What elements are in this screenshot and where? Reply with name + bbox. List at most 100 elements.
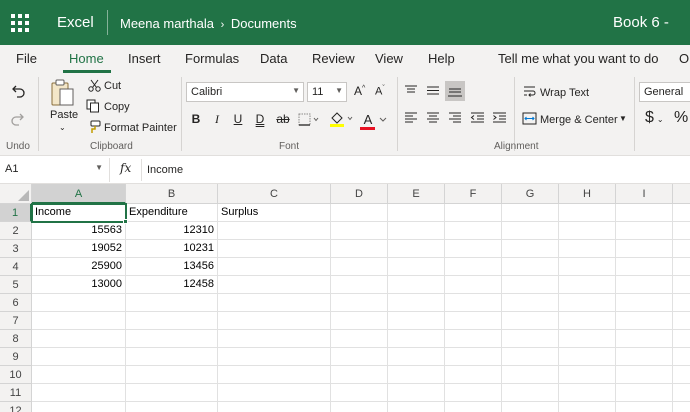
grid-cell[interactable]	[388, 312, 445, 330]
grid-cell[interactable]	[559, 312, 616, 330]
grid-cell[interactable]	[673, 402, 690, 412]
tab-view[interactable]: View	[375, 51, 403, 66]
strikethrough-button[interactable]: ab	[274, 112, 292, 126]
align-center-icon[interactable]	[426, 112, 440, 123]
wrap-text-button[interactable]: Wrap Text	[540, 87, 589, 99]
grid-cell[interactable]	[218, 312, 331, 330]
tab-data[interactable]: Data	[260, 51, 287, 66]
grid-cell[interactable]	[616, 348, 673, 366]
grid-cell[interactable]	[445, 366, 502, 384]
font-name-dropdown[interactable]: Calibri ▼	[186, 82, 304, 102]
cell-b2[interactable]: 12310	[126, 222, 218, 240]
grid-cell[interactable]	[673, 294, 690, 312]
grid-cell[interactable]	[32, 366, 126, 384]
row-header-2[interactable]: 2	[0, 222, 32, 240]
wrap-text-icon[interactable]	[523, 85, 537, 98]
grid-cell[interactable]	[559, 204, 616, 222]
cell-a2[interactable]: 15563	[32, 222, 126, 240]
grid-cell[interactable]	[616, 402, 673, 412]
grid-cell[interactable]	[331, 222, 388, 240]
tab-insert[interactable]: Insert	[128, 51, 161, 66]
select-all-button[interactable]	[0, 184, 32, 204]
grid-cell[interactable]	[616, 366, 673, 384]
grid-cell[interactable]	[559, 402, 616, 412]
grid-cell[interactable]	[559, 330, 616, 348]
cell-a4[interactable]: 25900	[32, 258, 126, 276]
bold-button[interactable]: B	[188, 112, 204, 126]
column-header-i[interactable]: I	[616, 184, 673, 204]
grid-cell[interactable]	[388, 222, 445, 240]
cell-b5[interactable]: 12458	[126, 276, 218, 294]
align-middle-icon[interactable]	[426, 85, 440, 96]
grid-cell[interactable]	[673, 384, 690, 402]
grid-cell[interactable]	[559, 222, 616, 240]
grid-cell[interactable]	[331, 348, 388, 366]
row-header-9[interactable]: 9	[0, 348, 32, 366]
column-header-e[interactable]: E	[388, 184, 445, 204]
increase-indent-icon[interactable]	[492, 112, 507, 123]
grid-cell[interactable]	[218, 384, 331, 402]
borders-icon[interactable]	[298, 113, 320, 126]
grid-cell[interactable]	[559, 294, 616, 312]
grid-cell[interactable]	[218, 348, 331, 366]
grid-cell[interactable]	[331, 330, 388, 348]
row-header-11[interactable]: 11	[0, 384, 32, 402]
grid-cell[interactable]	[388, 330, 445, 348]
column-header-h[interactable]: H	[559, 184, 616, 204]
grid-cell[interactable]	[331, 240, 388, 258]
redo-icon[interactable]	[10, 111, 26, 127]
column-header-d[interactable]: D	[331, 184, 388, 204]
grid-cell[interactable]	[331, 294, 388, 312]
shrink-font-button[interactable]: Aˇ	[375, 85, 385, 98]
grid-cell[interactable]	[502, 330, 559, 348]
row-header-12[interactable]: 12	[0, 402, 32, 412]
grid-cell[interactable]	[502, 240, 559, 258]
grid-cell[interactable]	[218, 402, 331, 412]
grid-cell[interactable]	[616, 384, 673, 402]
grid-cell[interactable]	[502, 294, 559, 312]
decrease-indent-icon[interactable]	[470, 112, 485, 123]
row-header-3[interactable]: 3	[0, 240, 32, 258]
grid-cell[interactable]	[331, 402, 388, 412]
row-header-10[interactable]: 10	[0, 366, 32, 384]
double-underline-button[interactable]: D	[252, 112, 268, 126]
grid-cell[interactable]	[616, 276, 673, 294]
grid-cell[interactable]	[673, 276, 690, 294]
grid-cell[interactable]	[32, 402, 126, 412]
grid-cell[interactable]	[673, 240, 690, 258]
document-title[interactable]: Book 6 -	[613, 14, 669, 31]
italic-button[interactable]: I	[209, 112, 225, 127]
tab-file[interactable]: File	[16, 51, 37, 66]
font-color-button[interactable]: A	[361, 112, 375, 127]
grid-cell[interactable]	[445, 294, 502, 312]
grid-cell[interactable]	[673, 258, 690, 276]
cell-a3[interactable]: 19052	[32, 240, 126, 258]
column-header-c[interactable]: C	[218, 184, 331, 204]
merge-center-icon[interactable]	[522, 112, 537, 125]
grid-cell[interactable]	[126, 330, 218, 348]
paste-button[interactable]: Paste	[50, 109, 78, 121]
breadcrumb[interactable]: Meena marthala › Documents	[120, 16, 297, 31]
grid-cell[interactable]	[559, 276, 616, 294]
grid-cell[interactable]	[388, 258, 445, 276]
grid-cell[interactable]	[218, 366, 331, 384]
cell-b3[interactable]: 10231	[126, 240, 218, 258]
formula-input[interactable]: Income	[147, 164, 183, 176]
breadcrumb-folder[interactable]: Documents	[231, 16, 297, 31]
grid-cell[interactable]	[331, 384, 388, 402]
grid-cell[interactable]	[616, 312, 673, 330]
grid-cell[interactable]	[445, 384, 502, 402]
grid-cell[interactable]	[218, 294, 331, 312]
undo-icon[interactable]	[10, 83, 26, 99]
fill-handle[interactable]	[123, 219, 128, 224]
grid-cell[interactable]	[502, 258, 559, 276]
tab-review[interactable]: Review	[312, 51, 355, 66]
grid-cell[interactable]	[331, 276, 388, 294]
merge-center-button[interactable]: Merge & Center	[540, 114, 618, 126]
column-header-f[interactable]: F	[445, 184, 502, 204]
grid-cell[interactable]	[331, 366, 388, 384]
copy-button[interactable]: Copy	[104, 101, 130, 113]
column-header-g[interactable]: G	[502, 184, 559, 204]
grid-cell[interactable]	[673, 204, 690, 222]
grid-cell[interactable]	[673, 312, 690, 330]
